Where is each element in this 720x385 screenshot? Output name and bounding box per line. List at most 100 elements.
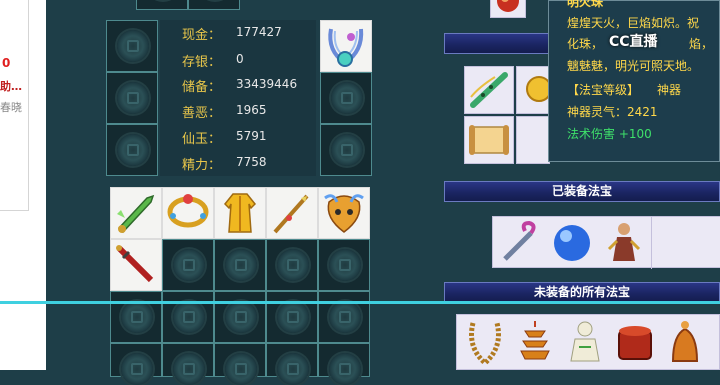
tooltip-title: 明火珠 <box>567 0 604 9</box>
tooltip-desc-line2-tail: 焰， <box>689 37 714 51</box>
empty-slot-icon <box>117 30 149 62</box>
equip-slot-left-1[interactable] <box>106 20 158 72</box>
treasure-slot-empty[interactable] <box>516 116 550 164</box>
empty-slot-icon <box>117 82 149 114</box>
empty-slot-icon <box>277 249 309 281</box>
inventory-slot[interactable] <box>318 343 370 385</box>
empty-slot-icon <box>329 249 361 281</box>
gold-robe-icon <box>223 193 257 233</box>
inventory-grid <box>110 187 370 385</box>
equipped-treasure-1[interactable] <box>495 219 545 265</box>
inventory-item-gold-ring[interactable] <box>162 187 214 239</box>
cash-label: 现金： <box>182 28 222 43</box>
left-card: 0 助… 春晓 <box>0 0 29 211</box>
unequipped-treasure-5[interactable] <box>661 317 709 369</box>
equip-slot-necklace[interactable] <box>320 20 372 72</box>
left-value: 0 <box>2 56 11 70</box>
empty-slot-icon <box>121 353 153 385</box>
warrior-figure-icon <box>607 223 641 261</box>
bronze-bell-icon <box>671 321 699 362</box>
left-side-panel: 0 助… 春晓 <box>0 0 46 370</box>
tooltip-level-value: 神器 <box>657 83 682 97</box>
empty-slot-icon <box>225 249 257 281</box>
fire-orb-icon <box>497 0 519 12</box>
equipped-treasure-2[interactable] <box>547 219 597 265</box>
inventory-slot[interactable] <box>188 0 240 10</box>
inventory-slot[interactable] <box>162 239 214 291</box>
empty-slot-icon <box>117 134 149 166</box>
inventory-slot[interactable] <box>162 291 214 343</box>
treasure-slot-flute[interactable] <box>464 66 514 114</box>
left-caption: 春晓 <box>0 101 22 114</box>
inventory-item-crimson-sword[interactable] <box>110 239 162 291</box>
empty-slot-icon <box>173 249 205 281</box>
unequipped-treasure-1[interactable] <box>461 317 509 369</box>
empty-slot-icon <box>331 82 363 114</box>
hook-staff-icon <box>503 220 536 261</box>
golden-sun-icon <box>526 76 552 102</box>
golden-spear-icon <box>273 194 309 234</box>
tooltip-level-label: 【法宝等级】 <box>567 83 640 97</box>
karma-value: 1965 <box>236 103 267 117</box>
treasure-slot-scroll[interactable] <box>464 116 514 164</box>
equip-slot-right-2[interactable] <box>320 72 372 124</box>
inventory-slot[interactable] <box>214 239 266 291</box>
empty-slot-icon <box>225 301 257 333</box>
cash-value: 177427 <box>236 25 282 39</box>
inventory-slot[interactable] <box>214 291 266 343</box>
inventory-item-jade-blade[interactable] <box>110 187 162 239</box>
inventory-slot[interactable] <box>162 343 214 385</box>
inventory-slot[interactable] <box>266 343 318 385</box>
tooltip-desc-line1: 煌煌天火，巨焰如炽。祝 <box>567 16 700 30</box>
tooltip-desc-line3: 魑魅魅，明光可照天地。 <box>567 59 700 73</box>
gold-ring-icon <box>167 194 209 228</box>
flame-mask-icon <box>324 194 364 233</box>
empty-slot-icon <box>331 134 363 166</box>
savings-label: 存银： <box>182 55 222 70</box>
unequipped-treasure-3[interactable] <box>561 317 609 369</box>
empty-slot-icon <box>277 353 309 385</box>
savings-value: 0 <box>236 52 244 66</box>
equip-slot-left-2[interactable] <box>106 72 158 124</box>
inventory-item-gold-robe[interactable] <box>214 187 266 239</box>
jade-blade-icon <box>117 194 155 234</box>
item-tooltip: 明火珠 煌煌天火，巨焰如炽。祝 化珠， CC直播 焰， 魑魅魅，明光可照天地。 … <box>548 0 720 162</box>
inventory-item-flame-mask[interactable] <box>318 187 370 239</box>
unequipped-treasure-row <box>456 314 720 370</box>
equipped-treasure-banner: 已装备法宝 <box>444 181 720 202</box>
left-label[interactable]: 助… <box>0 78 28 94</box>
equip-slot-right-3[interactable] <box>320 124 372 176</box>
inventory-slot[interactable] <box>318 291 370 343</box>
cyan-divider-line <box>0 301 720 304</box>
inventory-slot[interactable] <box>214 343 266 385</box>
cell-divider <box>651 217 652 269</box>
reserve-label: 储备： <box>182 80 222 95</box>
inventory-slot[interactable] <box>266 291 318 343</box>
inventory-slot[interactable] <box>110 291 162 343</box>
unequipped-treasure-banner: 未装备的所有法宝 <box>444 282 720 303</box>
inventory-slot[interactable] <box>136 0 188 10</box>
inventory-slot[interactable] <box>110 343 162 385</box>
empty-slot-icon <box>329 353 361 385</box>
treasure-slot-top[interactable] <box>490 0 526 18</box>
equipped-treasure-3[interactable] <box>599 219 649 265</box>
equip-slot-left-3[interactable] <box>106 124 158 176</box>
red-drum-icon <box>618 326 652 360</box>
empty-slot-icon <box>277 301 309 333</box>
pagoda-icon <box>520 321 550 360</box>
inventory-item-golden-spear[interactable] <box>266 187 318 239</box>
karma-label: 善恶： <box>182 106 222 121</box>
empty-slot-icon <box>225 353 257 385</box>
inventory-slot[interactable] <box>266 239 318 291</box>
energy-value: 7758 <box>236 155 267 169</box>
unequipped-treasure-4[interactable] <box>611 317 659 369</box>
bead-necklace-icon <box>469 322 501 367</box>
energy-label: 精力： <box>182 158 222 173</box>
empty-slot-icon <box>173 301 205 333</box>
empty-slot-icon <box>121 301 153 333</box>
scroll-icon <box>469 125 509 155</box>
treasure-slot-sun[interactable] <box>516 66 552 114</box>
unequipped-treasure-2[interactable] <box>511 317 559 369</box>
inventory-slot[interactable] <box>318 239 370 291</box>
reserve-value: 33439446 <box>236 77 298 91</box>
